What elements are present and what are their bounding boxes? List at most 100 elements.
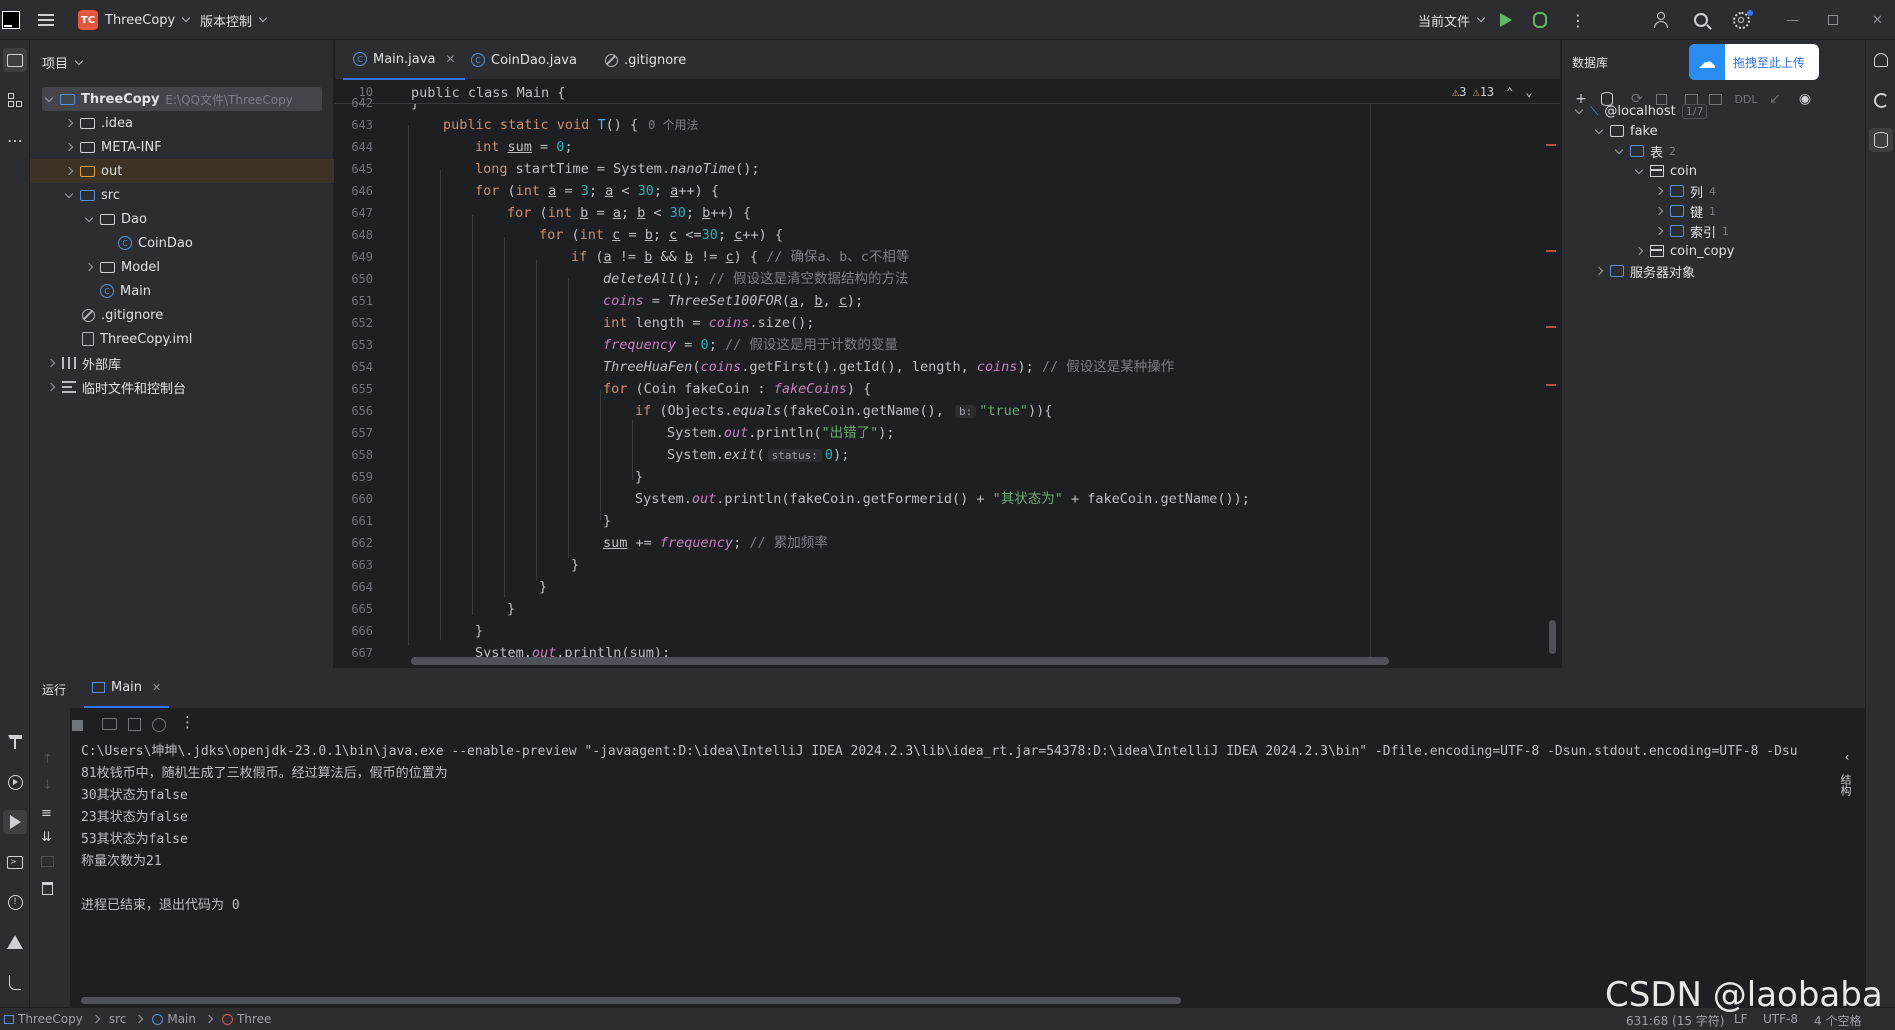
error-stripe-marker[interactable] <box>1546 250 1556 252</box>
tree-item-label: Model <box>121 259 161 275</box>
error-stripe-marker[interactable] <box>1546 144 1556 146</box>
close-tab-icon[interactable]: ✕ <box>445 52 455 66</box>
error-stripe-marker[interactable] <box>1546 384 1556 386</box>
code-string: "其状态为" <box>992 491 1063 507</box>
project-selector[interactable]: TC ThreeCopy <box>78 8 191 32</box>
weak-warning-count: 13 <box>1479 85 1495 99</box>
project-panel-header[interactable]: 项目 <box>42 53 84 72</box>
tree-root[interactable]: ThreeCopy E:\QQ文件\ThreeCopy <box>42 87 322 111</box>
stop-button[interactable] <box>72 720 83 731</box>
structure-side-tab[interactable]: ‹ 结构 <box>1837 750 1857 796</box>
search-button[interactable] <box>1694 8 1712 32</box>
console-line: C:\Users\坤坤\.jdks\openjdk-23.0.1\bin\jav… <box>81 744 1798 759</box>
chevron-right-icon <box>44 358 58 368</box>
arrow-up-icon[interactable]: ⌃ <box>1506 85 1513 99</box>
usage-hint[interactable]: 0 个用法 <box>648 118 698 132</box>
more-options-button[interactable]: ⋮ <box>180 713 195 731</box>
tree-item-label: ThreeCopy.iml <box>100 331 193 347</box>
db-tree-label: 索引 <box>1690 225 1717 241</box>
cloud-icon: ☁ <box>1689 44 1725 80</box>
tree-item-main[interactable]: C Main <box>30 279 334 303</box>
code-line: ThreeHuaFen(coins.getFirst().getId(), le… <box>603 359 1175 375</box>
settings-button[interactable] <box>1733 8 1753 32</box>
tab-label: CoinDao.java <box>491 52 577 68</box>
chevron-down-icon <box>62 189 76 198</box>
tree-item-external-libs[interactable]: 外部库 <box>30 351 334 375</box>
error-stripe-marker[interactable] <box>1546 326 1556 328</box>
class-icon: C <box>118 236 132 250</box>
app-logo-icon[interactable] <box>2 8 20 32</box>
camera-button[interactable] <box>102 718 117 730</box>
git-tool-button[interactable] <box>3 970 27 994</box>
run-tab-main[interactable]: Main ✕ <box>84 668 170 708</box>
tree-item-scratches[interactable]: 临时文件和控制台 <box>30 375 334 399</box>
chevron-right-icon <box>62 142 76 152</box>
folder-icon <box>80 117 95 129</box>
ai-assistant-tool-button[interactable] <box>1869 88 1893 112</box>
warnings-tool-button[interactable] <box>3 930 27 954</box>
bell-icon <box>1874 53 1888 67</box>
tab-gitignore[interactable]: .gitignore <box>595 40 696 80</box>
restore-button[interactable] <box>1828 8 1838 32</box>
horizontal-scrollbar-thumb[interactable] <box>411 657 1389 665</box>
notifications-tool-button[interactable] <box>1869 48 1893 72</box>
tree-item-gitignore[interactable]: .gitignore <box>30 303 334 327</box>
tree-root-label: ThreeCopy <box>81 91 160 107</box>
editor-tabs: C Main.java ✕ C CoinDao.java .gitignore <box>335 40 1560 80</box>
tab-main-java[interactable]: C Main.java ✕ <box>343 40 466 80</box>
code-line: coins = ThreeSet100FOR(a, b, c); <box>603 293 864 309</box>
chevron-right-icon <box>1592 266 1606 276</box>
minimize-button[interactable]: — <box>1786 8 1799 32</box>
code-with-me-button[interactable] <box>1654 8 1670 32</box>
code-line: } <box>603 513 612 529</box>
code-comment: // 确保a、b、c不相等 <box>766 249 910 265</box>
chevron-right-icon <box>1652 206 1666 216</box>
tree-item-idea[interactable]: .idea <box>30 111 334 135</box>
database-tool-button[interactable] <box>1869 128 1893 152</box>
breadcrumb-item[interactable]: src <box>109 1012 127 1026</box>
db-tree-count: 1 <box>1722 224 1730 238</box>
db-tree-count: 1/7 <box>1681 103 1708 119</box>
more-actions-button[interactable]: ⋮ <box>1570 8 1586 32</box>
clear-button[interactable] <box>152 718 166 732</box>
console-output[interactable]: C:\Users\坤坤\.jdks\openjdk-23.0.1\bin\jav… <box>0 740 1830 920</box>
project-panel: 项目 ThreeCopy E:\QQ文件\ThreeCopy .idea MET… <box>30 40 334 668</box>
breadcrumb-item[interactable]: Three <box>237 1012 271 1026</box>
code-line: } <box>539 579 548 595</box>
close-tab-icon[interactable]: ✕ <box>152 681 161 694</box>
breadcrumb-item[interactable]: ThreeCopy <box>18 1012 83 1026</box>
vertical-scrollbar-thumb[interactable] <box>1549 620 1556 654</box>
export-button[interactable] <box>128 718 141 731</box>
tree-item-src[interactable]: src <box>30 183 334 207</box>
sticky-scroll-header[interactable]: 10 public class Main { ⚠ 3 ⚠ 13 ⌃ ⌄ <box>335 82 1560 104</box>
tree-item-out[interactable]: out <box>30 159 334 183</box>
upload-button[interactable]: ☁ 拖拽至此上传 <box>1689 44 1819 80</box>
run-config-selector[interactable]: 当前文件 <box>1418 8 1486 32</box>
param-hint: b: <box>955 405 977 418</box>
vcs-menu[interactable]: 版本控制 <box>200 8 268 32</box>
tree-item-coindao[interactable]: C CoinDao <box>30 231 334 255</box>
project-tool-button[interactable] <box>3 48 27 72</box>
arrow-down-icon[interactable]: ⌄ <box>1525 85 1532 99</box>
tab-coindao-java[interactable]: C CoinDao.java <box>461 40 587 80</box>
tree-item-meta-inf[interactable]: META-INF <box>30 135 334 159</box>
structure-tool-button[interactable] <box>3 88 27 112</box>
tree-item-dao[interactable]: Dao <box>30 207 334 231</box>
inspection-widget[interactable]: ⚠ 3 ⚠ 13 ⌃ ⌄ <box>1452 85 1533 99</box>
db-tree-server-objects[interactable]: 服务器对象 <box>1562 259 1862 283</box>
code-area[interactable]: } public static void T() {0 个用法 int sum … <box>335 104 1365 664</box>
console-line: 30其状态为false <box>81 788 188 803</box>
console-horizontal-scrollbar[interactable] <box>81 997 1181 1004</box>
breadcrumb-item[interactable]: Main <box>167 1012 196 1026</box>
main-menu-button[interactable] <box>38 8 54 32</box>
more-tools-button[interactable]: ⋯ <box>3 128 27 152</box>
user-add-icon <box>1654 12 1670 28</box>
tree-item-iml[interactable]: ThreeCopy.iml <box>30 327 334 351</box>
run-button[interactable] <box>1500 8 1512 32</box>
chevron-right-icon <box>1632 246 1646 256</box>
close-window-button[interactable]: ✕ <box>1872 8 1883 32</box>
tree-item-model[interactable]: Model <box>30 255 334 279</box>
debug-button[interactable] <box>1533 8 1547 32</box>
console-line: 53其状态为false <box>81 832 188 847</box>
console-line: 进程已结束，退出代码为 0 <box>81 898 240 913</box>
